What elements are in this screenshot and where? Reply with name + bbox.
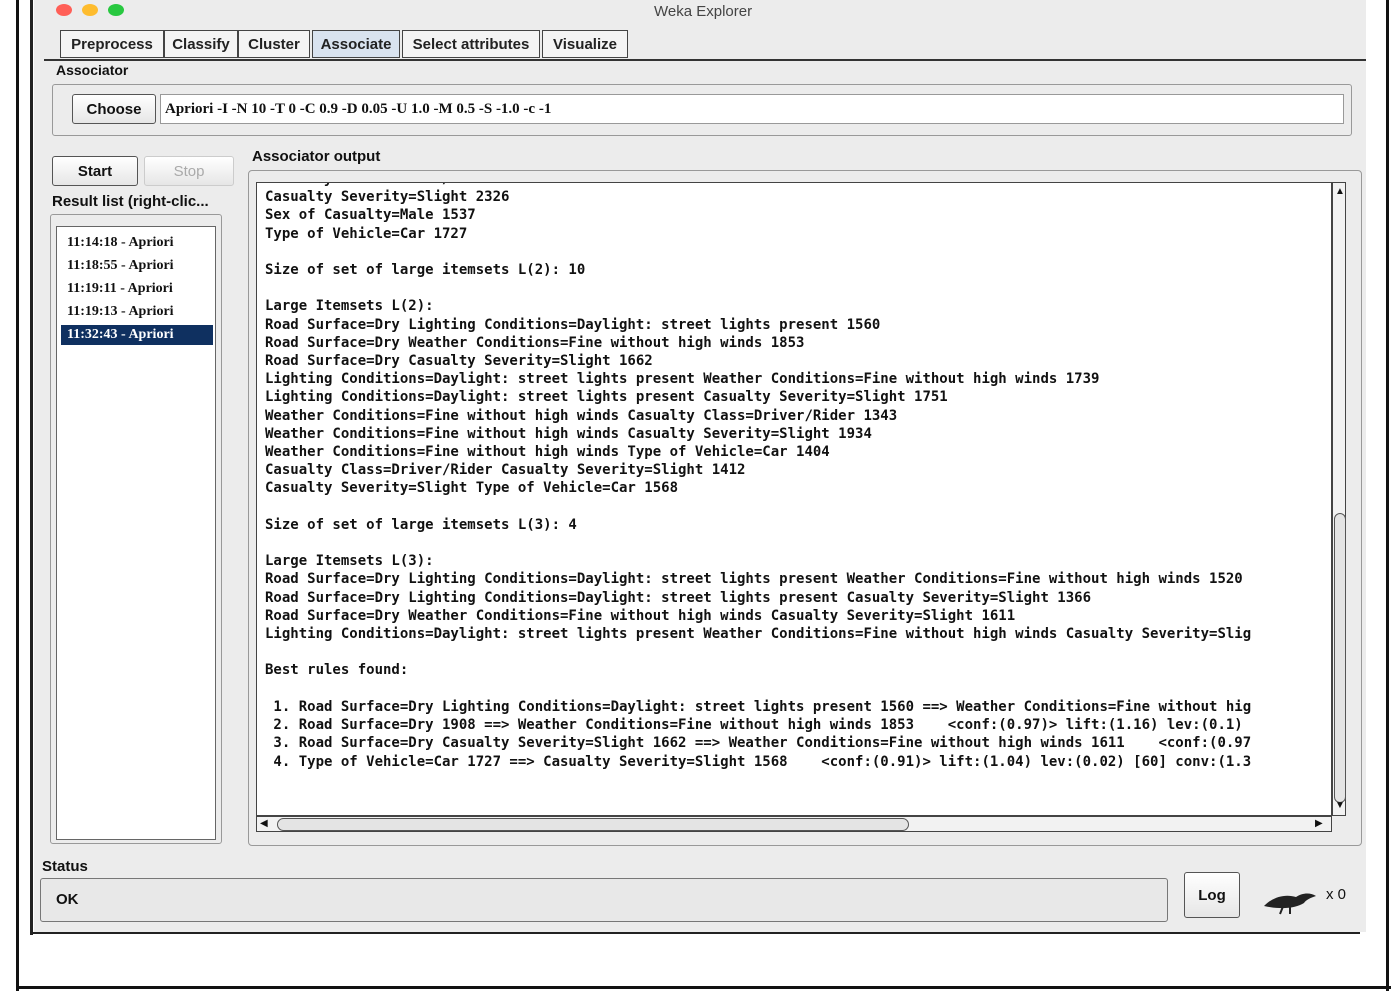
task-count: x 0 [1326, 886, 1347, 903]
output-line: Weather Conditions=Fine without high win… [265, 444, 830, 461]
arrow-down-icon[interactable]: ▼ [1335, 801, 1345, 811]
tab-divider [44, 59, 1366, 61]
associator-output-text-area[interactable]: Casualty Class=Driver/Rider 1397 Casualt… [256, 182, 1332, 816]
associator-output-label: Associator output [252, 148, 381, 165]
log-button[interactable]: Log [1184, 872, 1240, 918]
frame-border-bottom [16, 986, 1391, 989]
tab-preprocess[interactable]: Preprocess [60, 30, 164, 58]
frame-border-right [1386, 0, 1389, 991]
horizontal-scrollbar[interactable]: ◀ ▶ [256, 816, 1332, 832]
arrow-left-icon[interactable]: ◀ [260, 819, 268, 829]
output-line: 1. Road Surface=Dry Lighting Conditions=… [273, 698, 1252, 715]
output-line: Size of set of large itemsets L(3): 4 [265, 516, 577, 533]
status-text: OK [56, 891, 79, 908]
output-line: Large Itemsets L(2): [265, 298, 434, 315]
choose-button[interactable]: Choose [72, 94, 156, 124]
window-border-bottom [30, 932, 1360, 934]
maximize-window-button[interactable] [108, 4, 124, 16]
titlebar: Weka Explorer [34, 0, 1366, 24]
tab-visualize[interactable]: Visualize [542, 30, 628, 58]
output-line: Road Surface=Dry Lighting Conditions=Day… [265, 589, 1092, 606]
weka-explorer-window: Weka Explorer Preprocess Classify Cluste… [34, 0, 1366, 932]
result-item[interactable]: 11:18:55 - Apriori [61, 256, 213, 276]
output-line: 3. Road Surface=Dry Casualty Severity=Sl… [273, 735, 1252, 752]
window-title: Weka Explorer [654, 3, 753, 20]
output-line: 2. Road Surface=Dry 1908 ==> Weather Con… [273, 717, 1243, 734]
associator-command-field[interactable]: Apriori -I -N 10 -T 0 -C 0.9 -D 0.05 -U … [160, 94, 1344, 124]
vertical-scrollbar[interactable]: ▲ ▼ [1332, 182, 1346, 816]
output-line: Road Surface=Dry Lighting Conditions=Day… [265, 571, 1243, 588]
output-line: Weather Conditions=Fine without high win… [265, 425, 872, 442]
output-line: Large Itemsets L(3): [265, 553, 434, 570]
tab-associate[interactable]: Associate [312, 30, 400, 58]
output-line: Road Surface=Dry Casualty Severity=Sligh… [265, 353, 653, 370]
window-border-left [30, 0, 33, 935]
output-line: Road Surface=Dry Lighting Conditions=Day… [265, 316, 881, 333]
close-window-button[interactable] [56, 4, 72, 16]
output-line: Road Surface=Dry Weather Conditions=Fine… [265, 334, 805, 351]
output-line: Casualty Class=Driver/Rider 1397 [265, 183, 535, 187]
weka-bird-icon[interactable] [1260, 884, 1320, 916]
tab-classify[interactable]: Classify [164, 30, 238, 58]
output-line: Casualty Severity=Slight Type of Vehicle… [265, 480, 679, 497]
tab-cluster[interactable]: Cluster [238, 30, 310, 58]
result-list[interactable]: 11:14:18 - Apriori 11:18:55 - Apriori 11… [56, 226, 216, 840]
output-line: Lighting Conditions=Daylight: street lig… [265, 371, 1100, 388]
result-item-selected[interactable]: 11:32:43 - Apriori [61, 325, 213, 345]
status-box [40, 878, 1168, 922]
status-label: Status [42, 858, 88, 875]
arrow-up-icon[interactable]: ▲ [1335, 187, 1345, 197]
output-text: Casualty Class=Driver/Rider 1397 Casualt… [265, 183, 1252, 771]
output-line: Best rules found: [265, 662, 409, 679]
output-line: Road Surface=Dry Weather Conditions=Fine… [265, 607, 1016, 624]
output-line: Size of set of large itemsets L(2): 10 [265, 262, 586, 279]
associator-section-label: Associator [56, 62, 129, 78]
minimize-window-button[interactable] [82, 4, 98, 16]
output-line: Casualty Class=Driver/Rider Casualty Sev… [265, 462, 746, 479]
arrow-right-icon[interactable]: ▶ [1315, 819, 1323, 829]
frame-border-left [16, 0, 19, 991]
result-item[interactable]: 11:19:11 - Apriori [61, 279, 213, 299]
result-list-label: Result list (right-clic... [52, 193, 209, 210]
output-line: Type of Vehicle=Car 1727 [265, 225, 468, 242]
output-line: Casualty Severity=Slight 2326 [265, 189, 510, 206]
output-line: 4. Type of Vehicle=Car 1727 ==> Casualty… [273, 753, 1252, 770]
result-item[interactable]: 11:19:13 - Apriori [61, 302, 213, 322]
vertical-scroll-thumb[interactable] [1334, 513, 1346, 803]
horizontal-scroll-thumb[interactable] [277, 818, 909, 831]
result-item[interactable]: 11:14:18 - Apriori [61, 233, 213, 253]
tab-select-attributes[interactable]: Select attributes [402, 30, 540, 58]
output-line: Sex of Casualty=Male 1537 [265, 207, 476, 224]
stop-button[interactable]: Stop [144, 156, 234, 186]
output-line: Weather Conditions=Fine without high win… [265, 407, 898, 424]
output-line: Lighting Conditions=Daylight: street lig… [265, 389, 948, 406]
output-line: Lighting Conditions=Daylight: street lig… [265, 626, 1252, 643]
start-button[interactable]: Start [52, 156, 138, 186]
